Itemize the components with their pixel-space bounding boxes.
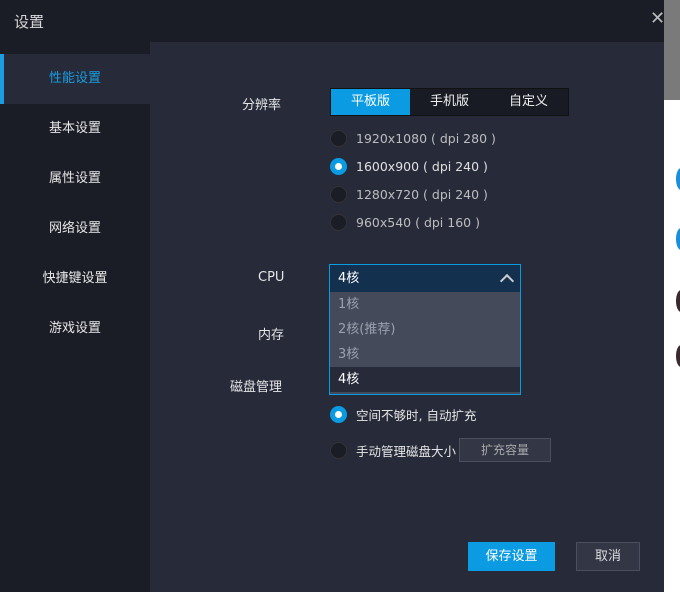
radio-icon	[330, 214, 347, 231]
option-label: 1280x720 ( dpi 240 )	[356, 187, 488, 202]
tab-tablet[interactable]: 平板版	[331, 89, 410, 115]
dialog-title: 设置	[14, 13, 45, 31]
tab-phone[interactable]: 手机版	[410, 89, 489, 115]
background-icon	[676, 290, 680, 312]
background-app	[664, 0, 680, 592]
radio-checked-icon	[330, 406, 347, 423]
cpu-label: CPU	[258, 270, 285, 285]
option-label: 手动管理磁盘大小	[356, 444, 457, 459]
sidebar-item-performance[interactable]: 性能设置	[0, 54, 150, 104]
radio-icon	[330, 130, 347, 147]
sidebar-item-shortcuts[interactable]: 快捷键设置	[0, 254, 150, 304]
cpu-select[interactable]: 4核	[329, 264, 521, 293]
sidebar: 性能设置 基本设置 属性设置 网络设置 快捷键设置 游戏设置	[0, 42, 150, 592]
disk-auto-option[interactable]: 空间不够时, 自动扩充	[330, 405, 476, 424]
option-label: 空间不够时, 自动扩充	[356, 408, 477, 423]
radio-checked-icon	[330, 158, 347, 175]
disk-label: 磁盘管理	[230, 380, 283, 395]
radio-icon	[330, 186, 347, 203]
background-icon	[676, 345, 680, 367]
close-icon[interactable]: ✕	[650, 8, 665, 29]
resolution-option[interactable]: 1600x900 ( dpi 240 )	[330, 158, 488, 175]
option-label: 960x540 ( dpi 160 )	[356, 215, 480, 230]
background-header	[664, 0, 680, 100]
cpu-value: 4核	[338, 271, 360, 286]
cpu-option[interactable]: 3核	[330, 342, 520, 367]
cpu-option[interactable]: 4核	[330, 367, 520, 392]
sidebar-item-basic[interactable]: 基本设置	[0, 104, 150, 154]
settings-dialog: 设置 ✕ 性能设置 基本设置 属性设置 网络设置 快捷键设置 游戏设置 分辨率 …	[0, 0, 665, 592]
sidebar-item-games[interactable]: 游戏设置	[0, 304, 150, 354]
tab-custom[interactable]: 自定义	[489, 89, 568, 115]
cpu-option[interactable]: 2核(推荐)	[330, 317, 520, 342]
cpu-option[interactable]: 1核	[330, 292, 520, 317]
sidebar-item-network[interactable]: 网络设置	[0, 204, 150, 254]
resolution-label: 分辨率	[242, 98, 282, 113]
save-button[interactable]: 保存设置	[468, 542, 555, 571]
background-icon	[676, 228, 680, 250]
resolution-option[interactable]: 1280x720 ( dpi 240 )	[330, 186, 488, 203]
performance-panel: 分辨率 平板版 手机版 自定义 1920x1080 ( dpi 280 ) 16…	[150, 42, 664, 592]
background-icon	[676, 168, 680, 190]
resolution-tabs: 平板版 手机版 自定义	[330, 88, 569, 116]
memory-label: 内存	[258, 328, 285, 343]
cancel-button[interactable]: 取消	[576, 542, 640, 571]
chevron-up-icon	[499, 273, 515, 289]
resolution-option[interactable]: 1920x1080 ( dpi 280 )	[330, 130, 496, 147]
sidebar-item-properties[interactable]: 属性设置	[0, 154, 150, 204]
option-label: 1600x900 ( dpi 240 )	[356, 159, 488, 174]
radio-icon	[330, 442, 347, 459]
option-label: 1920x1080 ( dpi 280 )	[356, 131, 496, 146]
expand-capacity-button[interactable]: 扩充容量	[459, 438, 551, 462]
disk-manual-option[interactable]: 手动管理磁盘大小	[330, 441, 456, 460]
resolution-option[interactable]: 960x540 ( dpi 160 )	[330, 214, 480, 231]
cpu-dropdown-menu: 1核 2核(推荐) 3核 4核	[329, 292, 521, 395]
